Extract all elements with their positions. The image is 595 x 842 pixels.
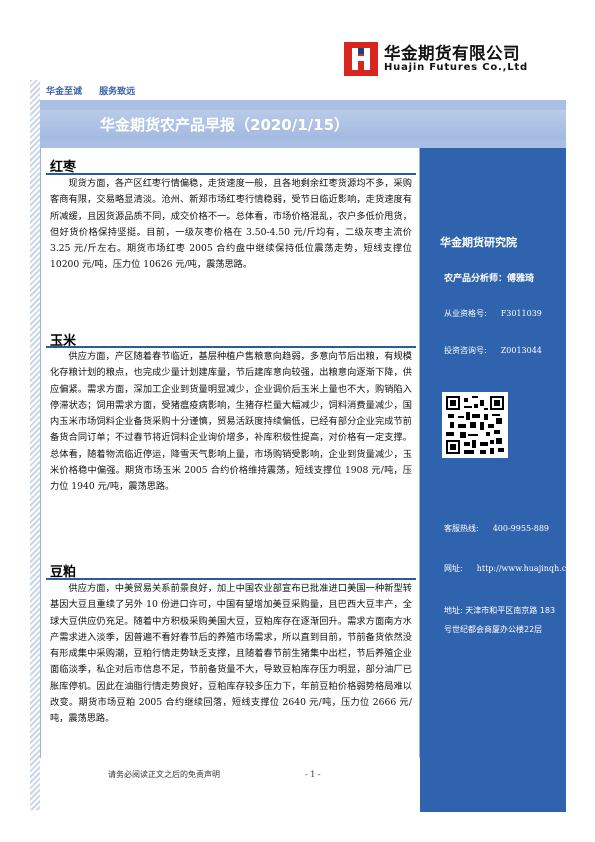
hotline-label: 客服热线:	[444, 524, 479, 533]
qr-code-icon	[446, 396, 504, 454]
section-divider	[46, 346, 416, 348]
page-number: - 1 -	[305, 770, 321, 779]
qualification-row: 从业资格号: F3011039	[444, 308, 542, 319]
section-text-corn: 供应方面，产区随着春节临近，基层种植户售粮意向趋弱，多意向节后出粮，有规模化存粮…	[50, 351, 412, 493]
qr-code[interactable]	[442, 392, 508, 458]
website-link[interactable]: http://www.huajinqh.com/	[477, 564, 582, 573]
qualification-value: F3011039	[500, 309, 542, 318]
institute-name: 华金期货研究院	[440, 236, 517, 249]
website-row: 网址: http://www.huajinqh.com/	[444, 563, 581, 574]
slogan-2: 服务致远	[99, 87, 136, 97]
website-label: 网址:	[444, 564, 463, 573]
section-divider	[46, 173, 416, 175]
consult-row: 投资咨询号: Z0013044	[444, 345, 542, 356]
slogan: 华金至诚 服务致远	[46, 84, 149, 97]
address: 地址: 天津市和平区南京路 183 号世纪都会商厦办公楼22层	[444, 606, 556, 634]
title-banner: 华金期货农产品早报（2020/1/15）	[40, 100, 566, 148]
qualification-label: 从业资格号:	[444, 309, 487, 318]
logo-mark-icon	[344, 42, 378, 76]
hotline-value: 400-9955-889	[492, 524, 550, 533]
company-name-cn: 华金期货有限公司	[384, 44, 520, 63]
left-decorative-band	[30, 80, 40, 810]
section-divider	[46, 578, 416, 580]
section-text-soymeal: 供应方面，中美贸易关系前景良好，加上中国农业部宣布已批准进口美国一种新型转基因大…	[50, 583, 412, 725]
company-logo: 华金期货有限公司 Huajin Futures Co.,Ltd	[344, 40, 544, 80]
company-name-en: Huajin Futures Co.,Ltd	[384, 62, 528, 73]
consult-label: 投资咨询号:	[444, 346, 487, 355]
analyst-name: 农产品分析师：傅雅琦	[444, 274, 535, 284]
consult-value: Z0013044	[500, 346, 542, 355]
hotline-row: 客服热线: 400-9955-889	[444, 523, 549, 534]
contact-sidebar: 华金期货研究院 农产品分析师：傅雅琦 从业资格号: F3011039 投资咨询号:…	[420, 148, 581, 812]
report-title: 华金期货农产品早报（2020/1/15）	[100, 116, 350, 134]
disclaimer-note: 请务必阅读正文之后的免责声明	[108, 770, 220, 779]
section-text-jujube: 现货方面，各产区红枣行情偏稳，走货速度一般，且各地剩余红枣货源均不多，采购客商有…	[50, 178, 412, 271]
slogan-1: 华金至诚	[46, 87, 83, 97]
